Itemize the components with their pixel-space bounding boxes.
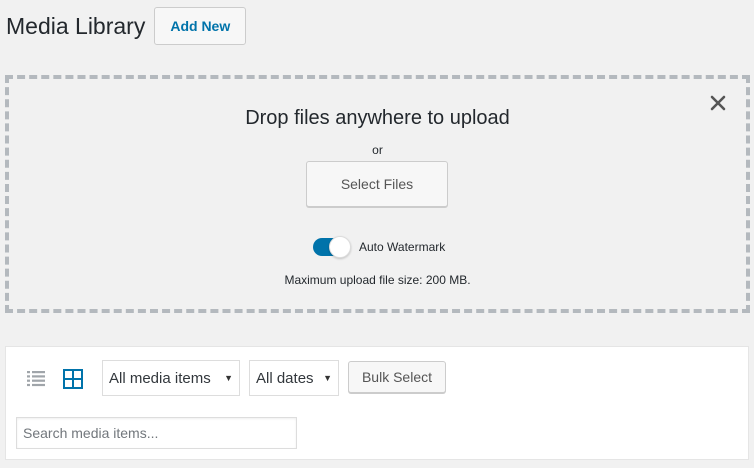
page-title: Media Library [6,13,146,39]
date-filter-value: All dates [256,369,314,387]
auto-watermark-toggle[interactable] [313,236,351,258]
media-type-filter[interactable]: All media items ▼ [102,360,240,396]
search-input[interactable] [16,417,297,449]
auto-watermark-row: Auto Watermark [313,236,446,258]
upload-drop-zone[interactable]: Drop files anywhere to upload or Select … [5,75,750,313]
list-view-icon[interactable] [26,369,46,389]
max-upload-size-text: Maximum upload file size: 200 MB. [284,273,471,287]
drop-files-heading: Drop files anywhere to upload [245,107,510,129]
chevron-down-icon: ▼ [224,373,233,383]
auto-watermark-label: Auto Watermark [359,240,446,254]
page-header: Media Library Add New [6,6,247,46]
toggle-knob [329,236,351,258]
media-toolbar: All media items ▼ All dates ▼ Bulk Selec… [5,346,749,460]
select-files-button[interactable]: Select Files [306,161,448,207]
date-filter[interactable]: All dates ▼ [249,360,339,396]
or-text: or [372,143,383,157]
bulk-select-button[interactable]: Bulk Select [348,361,446,393]
media-type-filter-value: All media items [109,369,211,387]
chevron-down-icon: ▼ [323,373,332,383]
add-new-button[interactable]: Add New [154,7,247,45]
grid-view-icon[interactable] [62,368,84,390]
